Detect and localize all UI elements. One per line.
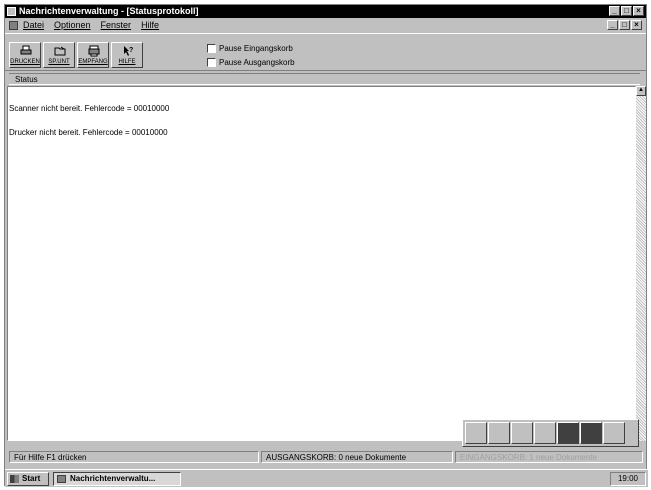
menu-hilfe[interactable]: Hilfe <box>141 20 159 31</box>
pause-outbox-option[interactable]: Pause Ausgangskorb <box>207 58 295 67</box>
start-button[interactable]: Start <box>7 472 49 486</box>
start-label: Start <box>22 474 41 483</box>
receive-icon <box>88 45 100 57</box>
status-bar: Für Hilfe F1 drücken AUSGANGSKORB: 0 neu… <box>7 451 644 463</box>
status-outbox: AUSGANGSKORB: 0 neue Dokumente <box>261 451 453 463</box>
help-icon: ? <box>124 46 133 56</box>
application-window: Nachrichtenverwaltung - [Statusprotokoll… <box>4 4 648 487</box>
printer-icon <box>20 45 32 55</box>
trash-icon[interactable] <box>557 422 579 444</box>
windows-logo-icon <box>10 475 19 483</box>
scroll-up-arrow-icon[interactable]: ▲ <box>636 86 646 96</box>
notes-icon[interactable] <box>603 422 625 444</box>
child-close-button[interactable]: × <box>631 20 642 30</box>
fax-icon[interactable] <box>511 422 533 444</box>
taskbar-app-label: Nachrichtenverwaltu... <box>70 474 156 483</box>
log-line: Scanner nicht bereit. Fehlercode = 00010… <box>9 104 170 113</box>
pause-outbox-checkbox[interactable] <box>207 58 216 67</box>
vertical-scrollbar[interactable]: ▲ <box>636 86 646 441</box>
svg-text:?: ? <box>129 47 133 54</box>
toolbar: DRUCKEN SP.UNT EMPFANG ? HILFE Pause Ein… <box>5 33 646 71</box>
child-minimize-button[interactable]: _ <box>607 20 618 30</box>
scanner-icon[interactable] <box>465 422 487 444</box>
print-button-label: DRUCKEN <box>10 59 40 65</box>
taskbar: Start Nachrichtenverwaltu... 19:00 <box>5 469 648 487</box>
document-icon[interactable] <box>534 422 556 444</box>
status-help-text: Für Hilfe F1 drücken <box>9 451 259 463</box>
log-line: Drucker nicht bereit. Fehlercode = 00010… <box>9 128 168 137</box>
receive-button-label: EMPFANG <box>78 59 108 65</box>
folder-icon <box>54 46 66 56</box>
log-list: Scanner nicht bereit. Fehlercode = 00010… <box>9 89 169 153</box>
pause-inbox-option[interactable]: Pause Eingangskorb <box>207 44 293 53</box>
window-title: Nachrichtenverwaltung - [Statusprotokoll… <box>19 6 199 16</box>
help-button-label: HILFE <box>118 59 136 65</box>
maximize-button[interactable]: □ <box>621 6 632 16</box>
pause-outbox-label: Pause Ausgangskorb <box>219 58 295 67</box>
pause-inbox-checkbox[interactable] <box>207 44 216 53</box>
menu-fenster[interactable]: Fenster <box>101 20 132 31</box>
child-restore-button[interactable]: □ <box>619 20 630 30</box>
app-icon[interactable] <box>7 7 16 16</box>
menu-optionen[interactable]: Optionen <box>54 20 91 31</box>
clock: 19:00 <box>610 472 646 486</box>
printer-icon[interactable] <box>488 422 510 444</box>
pause-inbox-label: Pause Eingangskorb <box>219 44 293 53</box>
status-column-header[interactable]: Status <box>9 73 640 85</box>
save-button-label: SP.UNT <box>48 59 70 65</box>
close-button[interactable]: × <box>633 6 644 16</box>
taskbar-app-button[interactable]: Nachrichtenverwaltu... <box>53 472 181 486</box>
print-button[interactable]: DRUCKEN <box>9 42 41 68</box>
help-button[interactable]: ? HILFE <box>111 42 143 68</box>
menu-datei[interactable]: Datei <box>23 20 44 31</box>
menu-bar: Datei Optionen Fenster Hilfe _ □ × <box>5 19 646 32</box>
title-bar[interactable]: Nachrichtenverwaltung - [Statusprotokoll… <box>5 5 646 18</box>
save-button[interactable]: SP.UNT <box>43 42 75 68</box>
document-icon[interactable] <box>9 21 18 30</box>
app-icon <box>57 475 66 483</box>
receive-button[interactable]: EMPFANG <box>77 42 109 68</box>
status-log-panel[interactable]: Scanner nicht bereit. Fehlercode = 00010… <box>7 86 636 441</box>
tool-palette <box>462 419 639 447</box>
status-inbox: EINGANGSKORB: 1 neue Dokumente <box>455 451 643 463</box>
minimize-button[interactable]: _ <box>609 6 620 16</box>
tools-icon[interactable] <box>580 422 602 444</box>
